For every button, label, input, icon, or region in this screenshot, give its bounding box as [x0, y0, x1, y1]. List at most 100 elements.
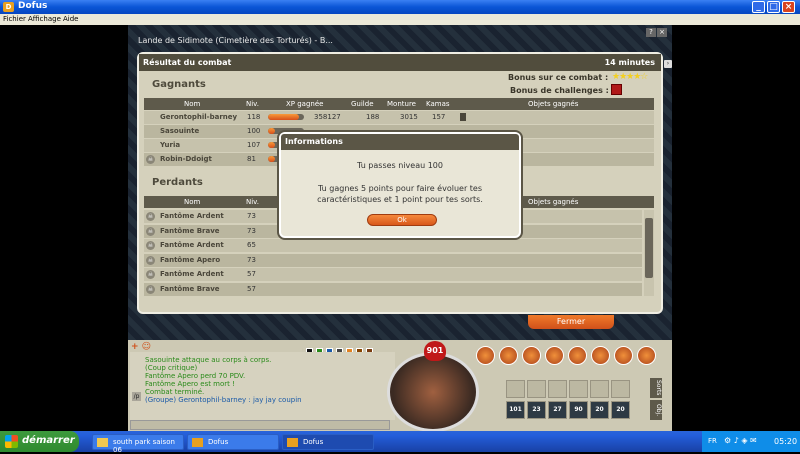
minimize-button[interactable]: _ — [752, 1, 765, 13]
spell-slot-icon[interactable] — [591, 346, 610, 365]
task-label: Dofus — [208, 438, 229, 446]
menu-aide[interactable]: Aide — [63, 15, 78, 23]
chat-line: Fantôme Apero est mort ! — [145, 380, 235, 388]
inventory-slot[interactable]: 20 — [611, 401, 630, 419]
monster-name: Fantôme Apero — [160, 255, 221, 264]
objects-tab[interactable]: Obj. — [650, 400, 662, 420]
spell-slot-icon[interactable] — [476, 346, 495, 365]
task-south-park[interactable]: south park saison 06 — [92, 434, 184, 454]
inventory-slot[interactable]: 101 — [506, 401, 525, 419]
task-label: Dofus — [303, 438, 324, 446]
menu-bar: Fichier Affichage Aide — [0, 14, 800, 25]
chat-line: Sasouinte attaque au corps à corps. — [145, 356, 272, 364]
monster-name: Fantôme Ardent — [160, 212, 224, 220]
chat-prefix-icon[interactable]: /p — [132, 392, 141, 401]
chat-line: Combat terminé. — [145, 388, 205, 396]
fermer-button[interactable]: Fermer — [528, 315, 614, 329]
chat-line: Fantôme Apero perd 70 PDV. — [145, 372, 246, 380]
inventory-slot[interactable] — [548, 380, 567, 398]
inventory-slot[interactable] — [506, 380, 525, 398]
skull-icon: ☠ — [146, 226, 155, 236]
table-row[interactable]: ☠ Fantôme Brave 57 — [144, 282, 642, 296]
dofus-icon — [287, 438, 298, 447]
task-dofus-1[interactable]: Dofus — [187, 434, 279, 450]
spell-slot-icon[interactable] — [522, 346, 541, 365]
col-nom: Nom — [184, 100, 201, 108]
skull-icon: ☠ — [146, 241, 155, 250]
dialog-level-message: Tu passes niveau 100 — [357, 161, 443, 170]
inventory-slot[interactable] — [611, 380, 630, 398]
map-help-icon[interactable]: ? — [646, 28, 656, 37]
tray-icons[interactable]: ⚙ ♪ ◈ ✉ — [724, 436, 757, 445]
table-row[interactable]: Gerontophil-barney 118 358127 188 3015 157 — [144, 111, 654, 124]
dofus-app-icon: D — [3, 2, 14, 12]
dialog-points-message-2: caractéristiques et 1 point pour tes sor… — [317, 195, 483, 204]
dialog-header: Informations — [281, 134, 519, 150]
spells-tab[interactable]: Sorts — [650, 378, 662, 398]
language-indicator[interactable]: FR — [708, 437, 717, 445]
monster-level: 73 — [247, 226, 256, 235]
player-name: Gerontophil-barney — [160, 113, 238, 121]
inventory-slot[interactable] — [569, 380, 588, 398]
map-close-icon[interactable]: × — [657, 28, 667, 37]
col-nom: Nom — [184, 198, 201, 206]
spell-slot-icon[interactable] — [545, 346, 564, 365]
mount-xp: 3015 — [400, 113, 418, 121]
spell-slot-icon[interactable] — [499, 346, 518, 365]
skull-icon: ☠ — [146, 284, 155, 294]
monster-name: Fantôme Brave — [160, 226, 220, 235]
menu-fichier[interactable]: Fichier — [3, 15, 26, 23]
menu-affichage[interactable]: Affichage — [28, 15, 61, 23]
inventory-slot[interactable]: 20 — [590, 401, 609, 419]
player-name: Yuria — [160, 141, 181, 149]
xp-gained: 358127 — [314, 113, 341, 121]
task-dofus-2[interactable]: Dofus — [282, 434, 374, 450]
inventory-slot[interactable]: 90 — [569, 401, 588, 419]
monster-level: 57 — [247, 270, 256, 278]
ok-button[interactable]: Ok — [367, 214, 437, 226]
monster-level: 73 — [247, 212, 256, 220]
monster-level: 57 — [247, 284, 256, 293]
info-dialog: Informations Tu passes niveau 100 Tu gag… — [279, 132, 521, 238]
combat-duration: 14 minutes — [604, 58, 655, 67]
character-portrait[interactable] — [387, 352, 479, 432]
table-row[interactable]: ☠ Fantôme Apero 73 — [144, 253, 642, 267]
bonus-combat-label: Bonus sur ce combat : — [508, 73, 609, 82]
chat-line: (Coup critique) — [145, 364, 198, 372]
player-level: 81 — [247, 155, 256, 163]
xp-fill — [268, 128, 276, 134]
combat-result-header: Résultat du combat 14 minutes — [139, 54, 661, 71]
table-row[interactable]: ☠ Fantôme Ardent 57 — [144, 268, 642, 281]
spell-bar — [476, 346, 666, 366]
losers-scrollbar[interactable] — [644, 210, 654, 296]
spell-slot-icon[interactable] — [614, 346, 633, 365]
close-button[interactable]: × — [782, 1, 795, 13]
chat-input[interactable] — [130, 420, 390, 430]
winners-label: Gagnants — [152, 79, 206, 90]
chat-tools-icon[interactable]: + ☺ ♟ — [131, 342, 161, 362]
col-niv: Niv. — [246, 198, 260, 206]
table-row[interactable]: ☠ Fantôme Ardent 65 — [144, 239, 642, 252]
player-name: Sasouinte — [160, 127, 200, 135]
inventory-slot[interactable]: 27 — [548, 401, 567, 419]
scroll-thumb[interactable] — [645, 218, 653, 278]
skull-icon: ☠ — [146, 270, 155, 279]
maximize-button[interactable]: □ — [767, 1, 780, 13]
inventory-slot[interactable] — [527, 380, 546, 398]
xp-fill — [268, 156, 276, 162]
panel-collapse-icon[interactable]: › — [664, 60, 672, 68]
start-label: démarrer — [22, 435, 75, 446]
player-level: 118 — [247, 113, 261, 121]
skull-icon: ☠ — [146, 212, 155, 221]
folder-icon — [97, 438, 108, 447]
inventory-slot[interactable]: 23 — [527, 401, 546, 419]
chat-log[interactable]: Sasouinte attaque au corps à corps. (Coup… — [130, 352, 395, 420]
spell-slot-icon[interactable] — [568, 346, 587, 365]
col-guilde: Guilde — [351, 100, 374, 108]
dialog-title: Informations — [285, 137, 343, 146]
inventory-slot[interactable] — [590, 380, 609, 398]
start-button[interactable]: démarrer — [0, 431, 79, 452]
window-title: Dofus — [18, 1, 48, 11]
item-icon[interactable] — [460, 113, 466, 121]
spell-slot-icon[interactable] — [637, 346, 656, 365]
